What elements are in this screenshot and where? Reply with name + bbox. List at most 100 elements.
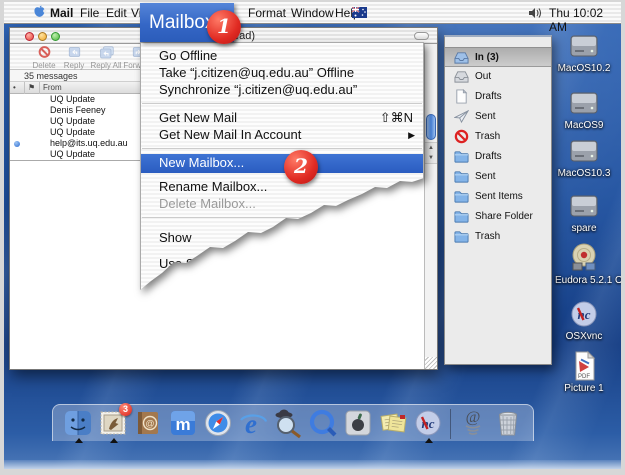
svg-text:m: m — [175, 415, 190, 434]
message-from: UQ Update — [50, 149, 95, 160]
drawer-item-drafts[interactable]: Drafts — [445, 87, 551, 107]
menu-window[interactable]: Window — [291, 6, 334, 20]
dock-item-internet-explorer[interactable]: e — [237, 407, 269, 439]
menu-item-show[interactable]: Show — [141, 229, 423, 247]
callout-step-2: 2 — [284, 150, 318, 184]
vertical-scrollbar[interactable]: ▲▼ — [424, 44, 437, 369]
dock-item-mail-stamp[interactable]: 3 — [97, 407, 129, 439]
menu-separator — [142, 148, 422, 149]
finder-icon — [62, 407, 94, 439]
dock-item-eudora-notes[interactable] — [377, 407, 409, 439]
menu-mail[interactable]: Mail — [50, 6, 73, 20]
svg-text:e: e — [245, 409, 257, 439]
reply-all-icon — [98, 46, 115, 61]
menu-item-label: Get New Mail In Account — [159, 127, 301, 142]
menu-item-synchronize[interactable]: Synchronize “j.citizen@uq.edu.au” — [141, 81, 423, 99]
dock-item-sherlock[interactable] — [272, 407, 304, 439]
menu-item-label: Use S — [159, 256, 194, 271]
dock-item-safari[interactable] — [202, 407, 234, 439]
desktop-icon-osxvnc[interactable]: ncOSXvnc — [555, 298, 613, 342]
desktop-icon-label: OSXvnc — [555, 331, 613, 342]
menu-item-get-new-mail[interactable]: Get New Mail ⇧⌘N — [141, 109, 423, 127]
dock-item-at-spring[interactable]: @ — [457, 407, 489, 439]
menu-bar: Mail File Edit Vie Format Window Help Th… — [4, 2, 621, 24]
menu-item-rename-mailbox[interactable]: Rename Mailbox... — [141, 178, 423, 196]
desktop-icon-macos9[interactable]: MacOS9 — [555, 87, 613, 131]
dock-item-trash[interactable] — [492, 407, 524, 439]
menu-item-take-offline[interactable]: Take “j.citizen@uq.edu.au” Offline — [141, 64, 423, 82]
menu-separator — [142, 103, 422, 104]
menu-shortcut: ⇧⌘N — [380, 109, 413, 127]
desktop-icon-picture-1[interactable]: PDFPicture 1 — [555, 350, 613, 394]
dock-item-address-book[interactable]: @ — [132, 407, 164, 439]
menu-item-new-mailbox[interactable]: New Mailbox... — [141, 154, 423, 173]
dock-separator — [450, 409, 451, 439]
dock-item-system-preferences[interactable] — [342, 407, 374, 439]
drawer-item-label: Trash — [475, 231, 500, 242]
menu-item-delete-mailbox: Delete Mailbox... — [141, 195, 423, 213]
running-indicator-icon — [110, 438, 118, 443]
wallpaper-bottom-band — [4, 460, 621, 469]
drawer-item-sent[interactable]: Sent — [445, 107, 551, 127]
folder-icon — [454, 209, 469, 224]
at-spring-icon: @ — [457, 407, 489, 439]
dock-item-osxvnc[interactable]: nc — [412, 407, 444, 439]
desktop-icon-macos10-3[interactable]: MacOS10.3 — [555, 135, 613, 179]
nosign-icon — [36, 46, 53, 61]
drawer-item-out[interactable]: Out — [445, 67, 551, 87]
menu-edit[interactable]: Edit — [106, 6, 127, 20]
column-unread-dot[interactable]: • — [10, 82, 25, 94]
drawer-item-trash[interactable]: Trash — [445, 227, 551, 247]
dock: 3@menc@ — [52, 404, 534, 441]
menu-item-label: Synchronize “j.citizen@uq.edu.au” — [159, 82, 357, 97]
message-from: UQ Update — [50, 127, 95, 138]
menu-file[interactable]: File — [80, 6, 99, 20]
menu-item-label: Get New Mail — [159, 110, 237, 125]
osxvnc-icon: nc — [412, 407, 444, 439]
folder-icon — [454, 169, 469, 184]
drawer-item-label: Trash — [475, 131, 500, 142]
menu-item-get-new-mail-in-account[interactable]: Get New Mail In Account ▶ — [141, 126, 423, 144]
desktop-icon-label: spare — [555, 223, 613, 234]
drawer-item-sent[interactable]: Sent — [445, 167, 551, 187]
address-book-icon: @ — [132, 407, 164, 439]
dock-item-m-app[interactable]: m — [167, 407, 199, 439]
desktop-icon-label: MacOS10.2 — [555, 63, 613, 74]
trash-icon — [492, 407, 524, 439]
menu-item-label: New Mailbox... — [159, 155, 244, 170]
drawer-item-drafts[interactable]: Drafts — [445, 147, 551, 167]
drawer-item-share-folder[interactable]: Share Folder — [445, 207, 551, 227]
drawer-item-label: Sent Items — [475, 191, 523, 202]
column-flag[interactable]: ⚑ — [25, 82, 40, 94]
menu-clock[interactable]: Thu 10:02 AM — [549, 6, 621, 34]
dock-item-finder[interactable] — [62, 407, 94, 439]
drawer-item-in-3-[interactable]: In (3) — [445, 47, 551, 67]
desktop-icon-spare[interactable]: spare — [555, 190, 613, 234]
menu-item-use-s[interactable]: Use S — [141, 255, 423, 273]
dock-item-quicktime[interactable] — [307, 407, 339, 439]
input-menu-flag-icon[interactable] — [352, 7, 367, 18]
drawer-item-trash[interactable]: Trash — [445, 127, 551, 147]
scrollbar-arrows[interactable]: ▲▼ — [425, 142, 437, 164]
menu-item-label: Delete Mailbox... — [159, 196, 256, 211]
toolbar-pill-button[interactable] — [414, 32, 429, 40]
desktop-icon-macos10-2[interactable]: MacOS10.2 — [555, 30, 613, 74]
resize-grip[interactable] — [425, 357, 437, 369]
menu-format[interactable]: Format — [248, 6, 286, 20]
apple-menu[interactable] — [32, 5, 47, 21]
desktop-icon-eudora-5-2-1-osx[interactable]: Eudora 5.2.1 OSX — [555, 242, 613, 286]
drawer-item-sent-items[interactable]: Sent Items — [445, 187, 551, 207]
volume-menu-extra[interactable] — [527, 6, 542, 20]
menu-item-go-offline[interactable]: Go Offline — [141, 47, 423, 65]
harddrive-icon — [568, 30, 600, 62]
quicktime-icon — [307, 407, 339, 439]
menu-item-label: Go Offline — [159, 48, 217, 63]
drawer-item-label: Out — [475, 71, 491, 82]
trash-nosign-icon — [454, 129, 469, 144]
submenu-arrow-icon: ▶ — [408, 126, 415, 144]
outbox-tray-icon — [454, 69, 469, 84]
message-from: help@its.uq.edu.au — [50, 138, 128, 149]
scrollbar-thumb[interactable] — [426, 114, 436, 140]
harddrive-icon — [568, 135, 600, 167]
internet-explorer-icon: e — [237, 407, 269, 439]
